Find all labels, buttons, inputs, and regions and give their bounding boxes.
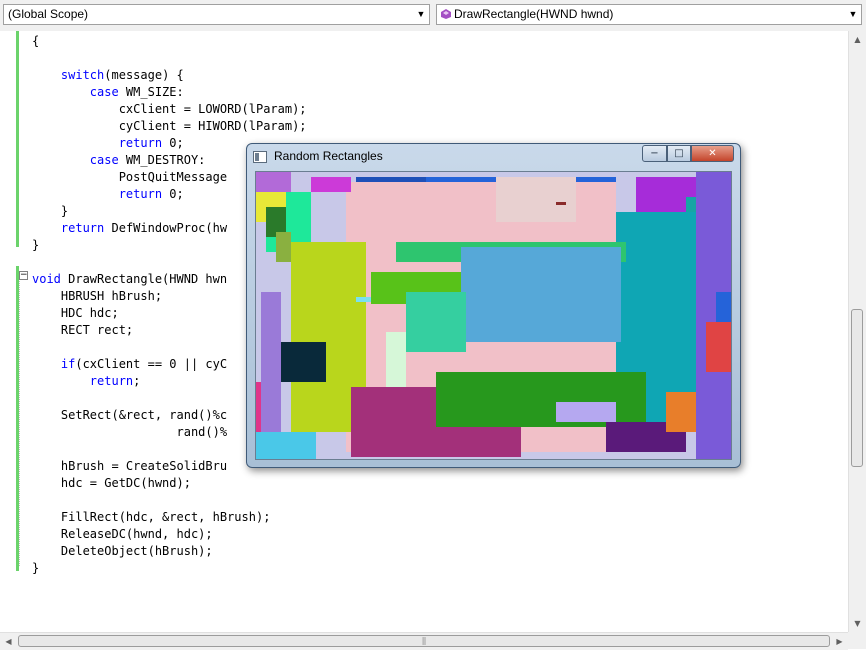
- random-rectangles-window[interactable]: Random Rectangles − □ ✕: [246, 143, 741, 468]
- painted-rectangle: [256, 172, 291, 192]
- window-client-area: [255, 171, 732, 460]
- code-line[interactable]: hdc = GetDC(hwnd);: [32, 475, 191, 492]
- code-line[interactable]: HDC hdc;: [32, 305, 119, 322]
- chevron-down-icon[interactable]: ▼: [845, 5, 861, 24]
- code-line[interactable]: return 0;: [32, 135, 184, 152]
- code-line[interactable]: }: [32, 203, 68, 220]
- code-line[interactable]: return DefWindowProc(hw: [32, 220, 227, 237]
- scroll-right-icon[interactable]: ▶: [831, 633, 848, 650]
- painted-rectangle: [496, 177, 576, 222]
- close-button[interactable]: ✕: [691, 145, 734, 162]
- code-line[interactable]: hBrush = CreateSolidBru: [32, 458, 227, 475]
- code-line[interactable]: FillRect(hdc, &rect, hBrush);: [32, 509, 271, 526]
- application-icon[interactable]: [253, 151, 267, 163]
- painted-rectangle: [276, 342, 326, 382]
- painted-rectangle: [666, 392, 696, 432]
- painted-rectangle: [716, 292, 731, 322]
- painted-rectangle: [706, 322, 731, 372]
- code-line[interactable]: switch(message) {: [32, 67, 184, 84]
- painted-rectangle: [406, 292, 466, 352]
- horizontal-scroll-thumb[interactable]: ‖: [18, 635, 830, 647]
- code-line[interactable]: void DrawRectangle(HWND hwn: [32, 271, 227, 288]
- code-line[interactable]: return;: [32, 373, 141, 390]
- code-line[interactable]: {: [32, 33, 39, 50]
- code-line[interactable]: DeleteObject(hBrush);: [32, 543, 213, 560]
- code-line[interactable]: }: [32, 237, 39, 254]
- code-line[interactable]: HBRUSH hBrush;: [32, 288, 162, 305]
- window-title: Random Rectangles: [274, 149, 383, 163]
- scroll-left-icon[interactable]: ◀: [0, 633, 17, 650]
- scrollbar-corner: [848, 632, 866, 649]
- painted-rectangle: [261, 292, 281, 432]
- splitter-handle[interactable]: [849, 34, 866, 51]
- chevron-down-icon[interactable]: ▼: [413, 5, 429, 24]
- method-icon: [441, 6, 451, 19]
- painted-rectangle: [311, 177, 351, 192]
- code-line[interactable]: cxClient = LOWORD(lParam);: [32, 101, 307, 118]
- code-line[interactable]: return 0;: [32, 186, 184, 203]
- painted-rectangle: [556, 402, 616, 422]
- change-indicator-bar: [16, 31, 19, 247]
- painted-rectangle: [276, 232, 291, 262]
- scroll-down-icon[interactable]: ▼: [849, 615, 866, 632]
- painted-rectangle: [256, 432, 316, 459]
- code-line[interactable]: case WM_SIZE:: [32, 84, 184, 101]
- member-combo[interactable]: DrawRectangle(HWND hwnd) ▼: [436, 4, 862, 25]
- code-line[interactable]: }: [32, 560, 39, 577]
- minimize-button[interactable]: −: [642, 145, 667, 162]
- vertical-scroll-thumb[interactable]: [851, 309, 863, 467]
- painted-rectangle: [556, 202, 566, 205]
- member-combo-value: DrawRectangle(HWND hwnd): [454, 7, 614, 21]
- painted-rectangle: [461, 247, 621, 342]
- code-line[interactable]: PostQuitMessage: [32, 169, 227, 186]
- vertical-scrollbar[interactable]: ▲ ▼: [848, 31, 866, 632]
- painted-rectangle: [356, 297, 371, 302]
- scope-combo-value: (Global Scope): [8, 7, 89, 21]
- scope-combo[interactable]: (Global Scope) ▼: [3, 4, 430, 25]
- maximize-button[interactable]: □: [667, 145, 691, 162]
- navigation-bar: (Global Scope) ▼ DrawRectangle(HWND hwnd…: [0, 0, 866, 32]
- horizontal-scrollbar[interactable]: ◀ ‖ ▶: [0, 632, 848, 650]
- outline-line: [19, 281, 20, 566]
- code-line[interactable]: if(cxClient == 0 || cyC: [32, 356, 227, 373]
- code-line[interactable]: rand()%: [32, 424, 227, 441]
- code-line[interactable]: SetRect(&rect, rand()%c: [32, 407, 227, 424]
- code-line[interactable]: RECT rect;: [32, 322, 133, 339]
- code-line[interactable]: case WM_DESTROY:: [32, 152, 206, 169]
- window-titlebar[interactable]: Random Rectangles − □ ✕: [247, 144, 740, 170]
- collapse-icon[interactable]: −: [19, 271, 28, 280]
- code-line[interactable]: cyClient = HIWORD(lParam);: [32, 118, 307, 135]
- code-line[interactable]: ReleaseDC(hwnd, hdc);: [32, 526, 213, 543]
